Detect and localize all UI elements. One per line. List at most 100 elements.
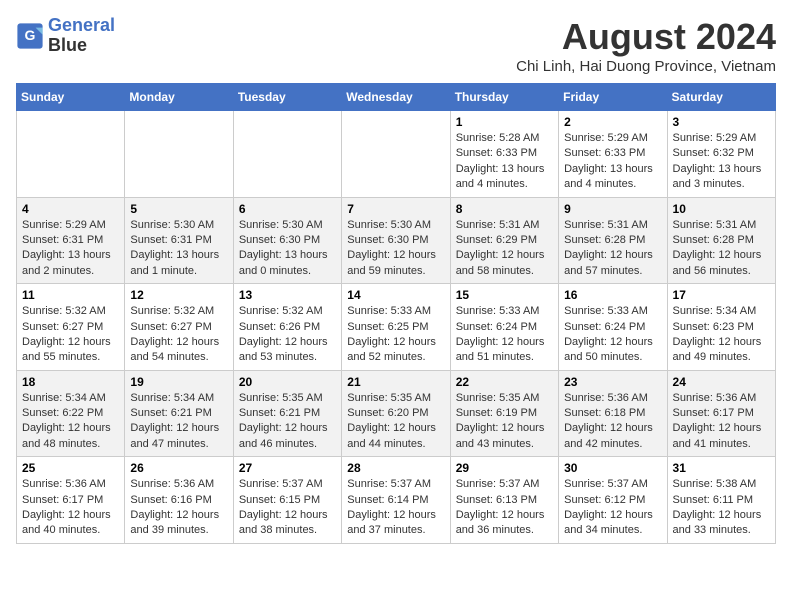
day-number: 22 xyxy=(456,375,553,389)
day-header-thursday: Thursday xyxy=(450,84,558,111)
day-header-monday: Monday xyxy=(125,84,233,111)
day-info: Sunrise: 5:29 AM Sunset: 6:32 PM Dayligh… xyxy=(673,131,770,193)
day-info: Sunrise: 5:35 AM Sunset: 6:19 PM Dayligh… xyxy=(456,391,553,453)
calendar-cell: 8 Sunrise: 5:31 AM Sunset: 6:29 PM Daylig… xyxy=(450,197,558,284)
calendar-cell: 14Sunrise: 5:33 AM Sunset: 6:25 PM Dayli… xyxy=(342,284,450,371)
day-info: Sunrise: 5:34 AM Sunset: 6:22 PM Dayligh… xyxy=(22,391,119,453)
day-number: 20 xyxy=(239,375,336,389)
day-info: Sunrise: 5:30 AM Sunset: 6:31 PM Dayligh… xyxy=(130,218,227,280)
calendar-cell: 28 Sunrise: 5:37 AM Sunset: 6:14 PM Dayli… xyxy=(342,457,450,544)
calendar-cell: 30Sunrise: 5:37 AM Sunset: 6:12 PM Dayli… xyxy=(559,457,667,544)
calendar-cell xyxy=(233,111,341,198)
day-number: 23 xyxy=(564,375,661,389)
day-number: 11 xyxy=(22,288,119,302)
calendar-cell: 13 Sunrise: 5:32 AM Sunset: 6:26 PM Dayli… xyxy=(233,284,341,371)
day-number: 19 xyxy=(130,375,227,389)
svg-text:G: G xyxy=(25,27,36,43)
day-info: Sunrise: 5:29 AM Sunset: 6:33 PM Dayligh… xyxy=(564,131,661,193)
day-info: Sunrise: 5:38 AM Sunset: 6:11 PM Dayligh… xyxy=(673,477,770,539)
day-info: Sunrise: 5:31 AM Sunset: 6:28 PM Dayligh… xyxy=(673,218,770,280)
calendar-cell: 10 Sunrise: 5:31 AM Sunset: 6:28 PM Dayli… xyxy=(667,197,775,284)
day-info: Sunrise: 5:32 AM Sunset: 6:27 PM Dayligh… xyxy=(130,304,227,366)
day-number: 31 xyxy=(673,461,770,475)
day-number: 8 xyxy=(456,202,553,216)
day-info: Sunrise: 5:32 AM Sunset: 6:26 PM Dayligh… xyxy=(239,304,336,366)
calendar-cell: 31 Sunrise: 5:38 AM Sunset: 6:11 PM Dayli… xyxy=(667,457,775,544)
day-number: 6 xyxy=(239,202,336,216)
logo-text: General Blue xyxy=(48,16,115,56)
day-number: 18 xyxy=(22,375,119,389)
calendar-cell: 26 Sunrise: 5:36 AM Sunset: 6:16 PM Dayli… xyxy=(125,457,233,544)
day-header-saturday: Saturday xyxy=(667,84,775,111)
day-header-friday: Friday xyxy=(559,84,667,111)
day-header-wednesday: Wednesday xyxy=(342,84,450,111)
calendar-cell: 11 Sunrise: 5:32 AM Sunset: 6:27 PM Dayli… xyxy=(17,284,125,371)
day-info: Sunrise: 5:36 AM Sunset: 6:16 PM Dayligh… xyxy=(130,477,227,539)
day-number: 13 xyxy=(239,288,336,302)
day-info: Sunrise: 5:33 AM Sunset: 6:24 PM Dayligh… xyxy=(456,304,553,366)
calendar-cell: 2 Sunrise: 5:29 AM Sunset: 6:33 PM Daylig… xyxy=(559,111,667,198)
day-header-sunday: Sunday xyxy=(17,84,125,111)
week-row-1: 1 Sunrise: 5:28 AM Sunset: 6:33 PM Daylig… xyxy=(17,111,776,198)
calendar-cell: 4Sunrise: 5:29 AM Sunset: 6:31 PM Daylig… xyxy=(17,197,125,284)
day-number: 17 xyxy=(673,288,770,302)
calendar-cell: 29Sunrise: 5:37 AM Sunset: 6:13 PM Dayli… xyxy=(450,457,558,544)
calendar-cell: 17 Sunrise: 5:34 AM Sunset: 6:23 PM Dayli… xyxy=(667,284,775,371)
day-number: 2 xyxy=(564,115,661,129)
week-row-2: 4Sunrise: 5:29 AM Sunset: 6:31 PM Daylig… xyxy=(17,197,776,284)
day-info: Sunrise: 5:34 AM Sunset: 6:21 PM Dayligh… xyxy=(130,391,227,453)
day-number: 21 xyxy=(347,375,444,389)
day-info: Sunrise: 5:35 AM Sunset: 6:20 PM Dayligh… xyxy=(347,391,444,453)
calendar-cell: 21 Sunrise: 5:35 AM Sunset: 6:20 PM Dayli… xyxy=(342,370,450,457)
day-number: 26 xyxy=(130,461,227,475)
day-number: 7 xyxy=(347,202,444,216)
calendar-cell: 3 Sunrise: 5:29 AM Sunset: 6:32 PM Daylig… xyxy=(667,111,775,198)
day-number: 3 xyxy=(673,115,770,129)
calendar-cell: 6Sunrise: 5:30 AM Sunset: 6:30 PM Daylig… xyxy=(233,197,341,284)
calendar-cell: 22 Sunrise: 5:35 AM Sunset: 6:19 PM Dayli… xyxy=(450,370,558,457)
day-number: 16 xyxy=(564,288,661,302)
day-number: 12 xyxy=(130,288,227,302)
day-info: Sunrise: 5:37 AM Sunset: 6:15 PM Dayligh… xyxy=(239,477,336,539)
calendar-cell: 18 Sunrise: 5:34 AM Sunset: 6:22 PM Dayli… xyxy=(17,370,125,457)
day-number: 5 xyxy=(130,202,227,216)
day-info: Sunrise: 5:31 AM Sunset: 6:29 PM Dayligh… xyxy=(456,218,553,280)
calendar-cell xyxy=(125,111,233,198)
day-info: Sunrise: 5:37 AM Sunset: 6:12 PM Dayligh… xyxy=(564,477,661,539)
day-info: Sunrise: 5:37 AM Sunset: 6:14 PM Dayligh… xyxy=(347,477,444,539)
day-number: 24 xyxy=(673,375,770,389)
calendar-cell: 1 Sunrise: 5:28 AM Sunset: 6:33 PM Daylig… xyxy=(450,111,558,198)
calendar-cell: 7 Sunrise: 5:30 AM Sunset: 6:30 PM Daylig… xyxy=(342,197,450,284)
calendar-cell xyxy=(342,111,450,198)
calendar-cell xyxy=(17,111,125,198)
day-info: Sunrise: 5:32 AM Sunset: 6:27 PM Dayligh… xyxy=(22,304,119,366)
calendar-cell: 27 Sunrise: 5:37 AM Sunset: 6:15 PM Dayli… xyxy=(233,457,341,544)
day-number: 14 xyxy=(347,288,444,302)
day-number: 9 xyxy=(564,202,661,216)
logo: G General Blue xyxy=(16,16,115,56)
day-info: Sunrise: 5:30 AM Sunset: 6:30 PM Dayligh… xyxy=(347,218,444,280)
day-number: 1 xyxy=(456,115,553,129)
calendar-cell: 19 Sunrise: 5:34 AM Sunset: 6:21 PM Dayli… xyxy=(125,370,233,457)
calendar-cell: 24Sunrise: 5:36 AM Sunset: 6:17 PM Dayli… xyxy=(667,370,775,457)
day-info: Sunrise: 5:33 AM Sunset: 6:24 PM Dayligh… xyxy=(564,304,661,366)
calendar-cell: 12 Sunrise: 5:32 AM Sunset: 6:27 PM Dayli… xyxy=(125,284,233,371)
day-header-tuesday: Tuesday xyxy=(233,84,341,111)
day-info: Sunrise: 5:36 AM Sunset: 6:18 PM Dayligh… xyxy=(564,391,661,453)
day-number: 15 xyxy=(456,288,553,302)
day-info: Sunrise: 5:37 AM Sunset: 6:13 PM Dayligh… xyxy=(456,477,553,539)
day-number: 28 xyxy=(347,461,444,475)
calendar-cell: 16 Sunrise: 5:33 AM Sunset: 6:24 PM Dayli… xyxy=(559,284,667,371)
day-number: 25 xyxy=(22,461,119,475)
day-info: Sunrise: 5:34 AM Sunset: 6:23 PM Dayligh… xyxy=(673,304,770,366)
calendar-cell: 15 Sunrise: 5:33 AM Sunset: 6:24 PM Dayli… xyxy=(450,284,558,371)
calendar-cell: 25Sunrise: 5:36 AM Sunset: 6:17 PM Dayli… xyxy=(17,457,125,544)
day-info: Sunrise: 5:28 AM Sunset: 6:33 PM Dayligh… xyxy=(456,131,553,193)
day-number: 27 xyxy=(239,461,336,475)
week-row-5: 25Sunrise: 5:36 AM Sunset: 6:17 PM Dayli… xyxy=(17,457,776,544)
week-row-4: 18 Sunrise: 5:34 AM Sunset: 6:22 PM Dayli… xyxy=(17,370,776,457)
day-number: 4 xyxy=(22,202,119,216)
day-number: 10 xyxy=(673,202,770,216)
week-row-3: 11 Sunrise: 5:32 AM Sunset: 6:27 PM Dayli… xyxy=(17,284,776,371)
day-info: Sunrise: 5:35 AM Sunset: 6:21 PM Dayligh… xyxy=(239,391,336,453)
